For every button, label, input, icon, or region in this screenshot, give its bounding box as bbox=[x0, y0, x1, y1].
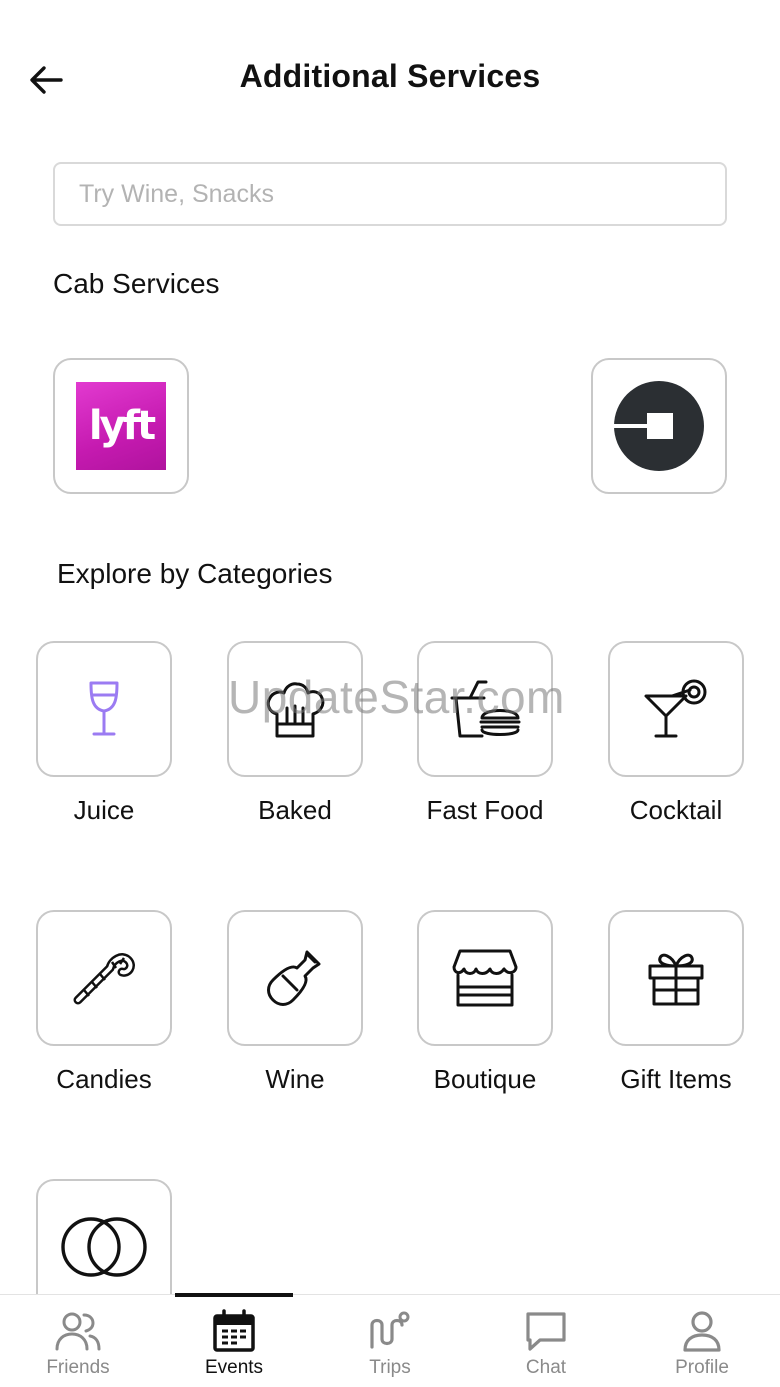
tab-label: Trips bbox=[369, 1357, 411, 1378]
category-fast-food[interactable]: Fast Food bbox=[405, 641, 565, 826]
uber-logo bbox=[614, 381, 704, 471]
tab-label: Profile bbox=[675, 1357, 729, 1378]
category-tile[interactable] bbox=[608, 641, 744, 777]
category-tile[interactable] bbox=[608, 910, 744, 1046]
category-tile[interactable] bbox=[417, 641, 553, 777]
tab-friends[interactable]: Friends bbox=[0, 1295, 156, 1387]
gift-icon bbox=[648, 953, 704, 1006]
bottom-tab-bar: Friends Events Trips Chat Profile bbox=[0, 1293, 780, 1387]
uber-button[interactable] bbox=[591, 358, 727, 494]
profile-icon bbox=[683, 1311, 721, 1352]
wine-bottle-icon bbox=[267, 950, 321, 1006]
category-juice[interactable]: Juice bbox=[24, 641, 184, 826]
wine-glass-icon bbox=[89, 681, 119, 736]
tab-label: Friends bbox=[46, 1357, 110, 1378]
category-label: Cocktail bbox=[629, 795, 723, 825]
chat-icon bbox=[526, 1312, 566, 1351]
search-input[interactable] bbox=[53, 162, 727, 226]
candy-cane-icon bbox=[73, 953, 135, 1005]
tab-label: Events bbox=[204, 1357, 264, 1378]
category-gift-items[interactable]: Gift Items bbox=[596, 910, 756, 1095]
category-tile[interactable] bbox=[36, 910, 172, 1046]
route-icon bbox=[370, 1311, 410, 1349]
tab-label: Chat bbox=[525, 1357, 567, 1378]
chef-hat-icon bbox=[266, 682, 325, 738]
category-label: Fast Food bbox=[426, 795, 544, 825]
tab-chat[interactable]: Chat bbox=[468, 1295, 624, 1387]
cocktail-icon bbox=[644, 679, 707, 738]
fast-food-icon bbox=[450, 680, 521, 738]
category-wine[interactable]: Wine bbox=[215, 910, 375, 1095]
category-label: Wine bbox=[265, 1064, 325, 1094]
category-tile[interactable] bbox=[227, 910, 363, 1046]
category-cocktail[interactable]: Cocktail bbox=[596, 641, 756, 826]
calendar-icon bbox=[213, 1309, 255, 1352]
category-candies[interactable]: Candies bbox=[24, 910, 184, 1095]
tab-events[interactable]: Events bbox=[156, 1295, 312, 1387]
category-tile[interactable] bbox=[36, 641, 172, 777]
category-boutique[interactable]: Boutique bbox=[405, 910, 565, 1095]
category-label: Boutique bbox=[433, 1064, 537, 1094]
category-label: Candies bbox=[56, 1064, 152, 1094]
tab-trips[interactable]: Trips bbox=[312, 1295, 468, 1387]
header: Additional Services bbox=[0, 0, 780, 150]
category-label: Juice bbox=[73, 795, 135, 825]
category-label: Gift Items bbox=[620, 1064, 732, 1094]
page-title: Additional Services bbox=[239, 58, 541, 94]
category-baked[interactable]: Baked bbox=[215, 641, 375, 826]
tab-profile[interactable]: Profile bbox=[624, 1295, 780, 1387]
rings-icon bbox=[61, 1217, 147, 1277]
friends-icon bbox=[55, 1312, 101, 1351]
category-tile[interactable] bbox=[417, 910, 553, 1046]
category-label: Baked bbox=[258, 795, 332, 825]
category-tile[interactable] bbox=[227, 641, 363, 777]
storefront-icon bbox=[452, 949, 518, 1007]
cab-services-title: Cab Services bbox=[53, 268, 220, 299]
categories-title: Explore by Categories bbox=[57, 558, 333, 589]
lyft-logo: lyft bbox=[76, 382, 166, 470]
lyft-button[interactable]: lyft bbox=[53, 358, 189, 494]
